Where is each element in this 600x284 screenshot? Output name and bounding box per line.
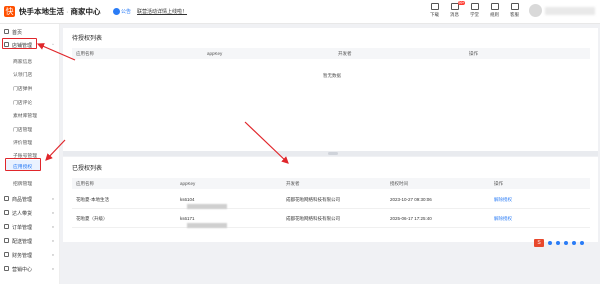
arrow-to-store-mgmt <box>36 43 76 61</box>
arrow-to-authorized-list <box>244 121 289 164</box>
annotation-arrows <box>36 43 289 164</box>
arrow-to-app-auth <box>45 139 66 161</box>
